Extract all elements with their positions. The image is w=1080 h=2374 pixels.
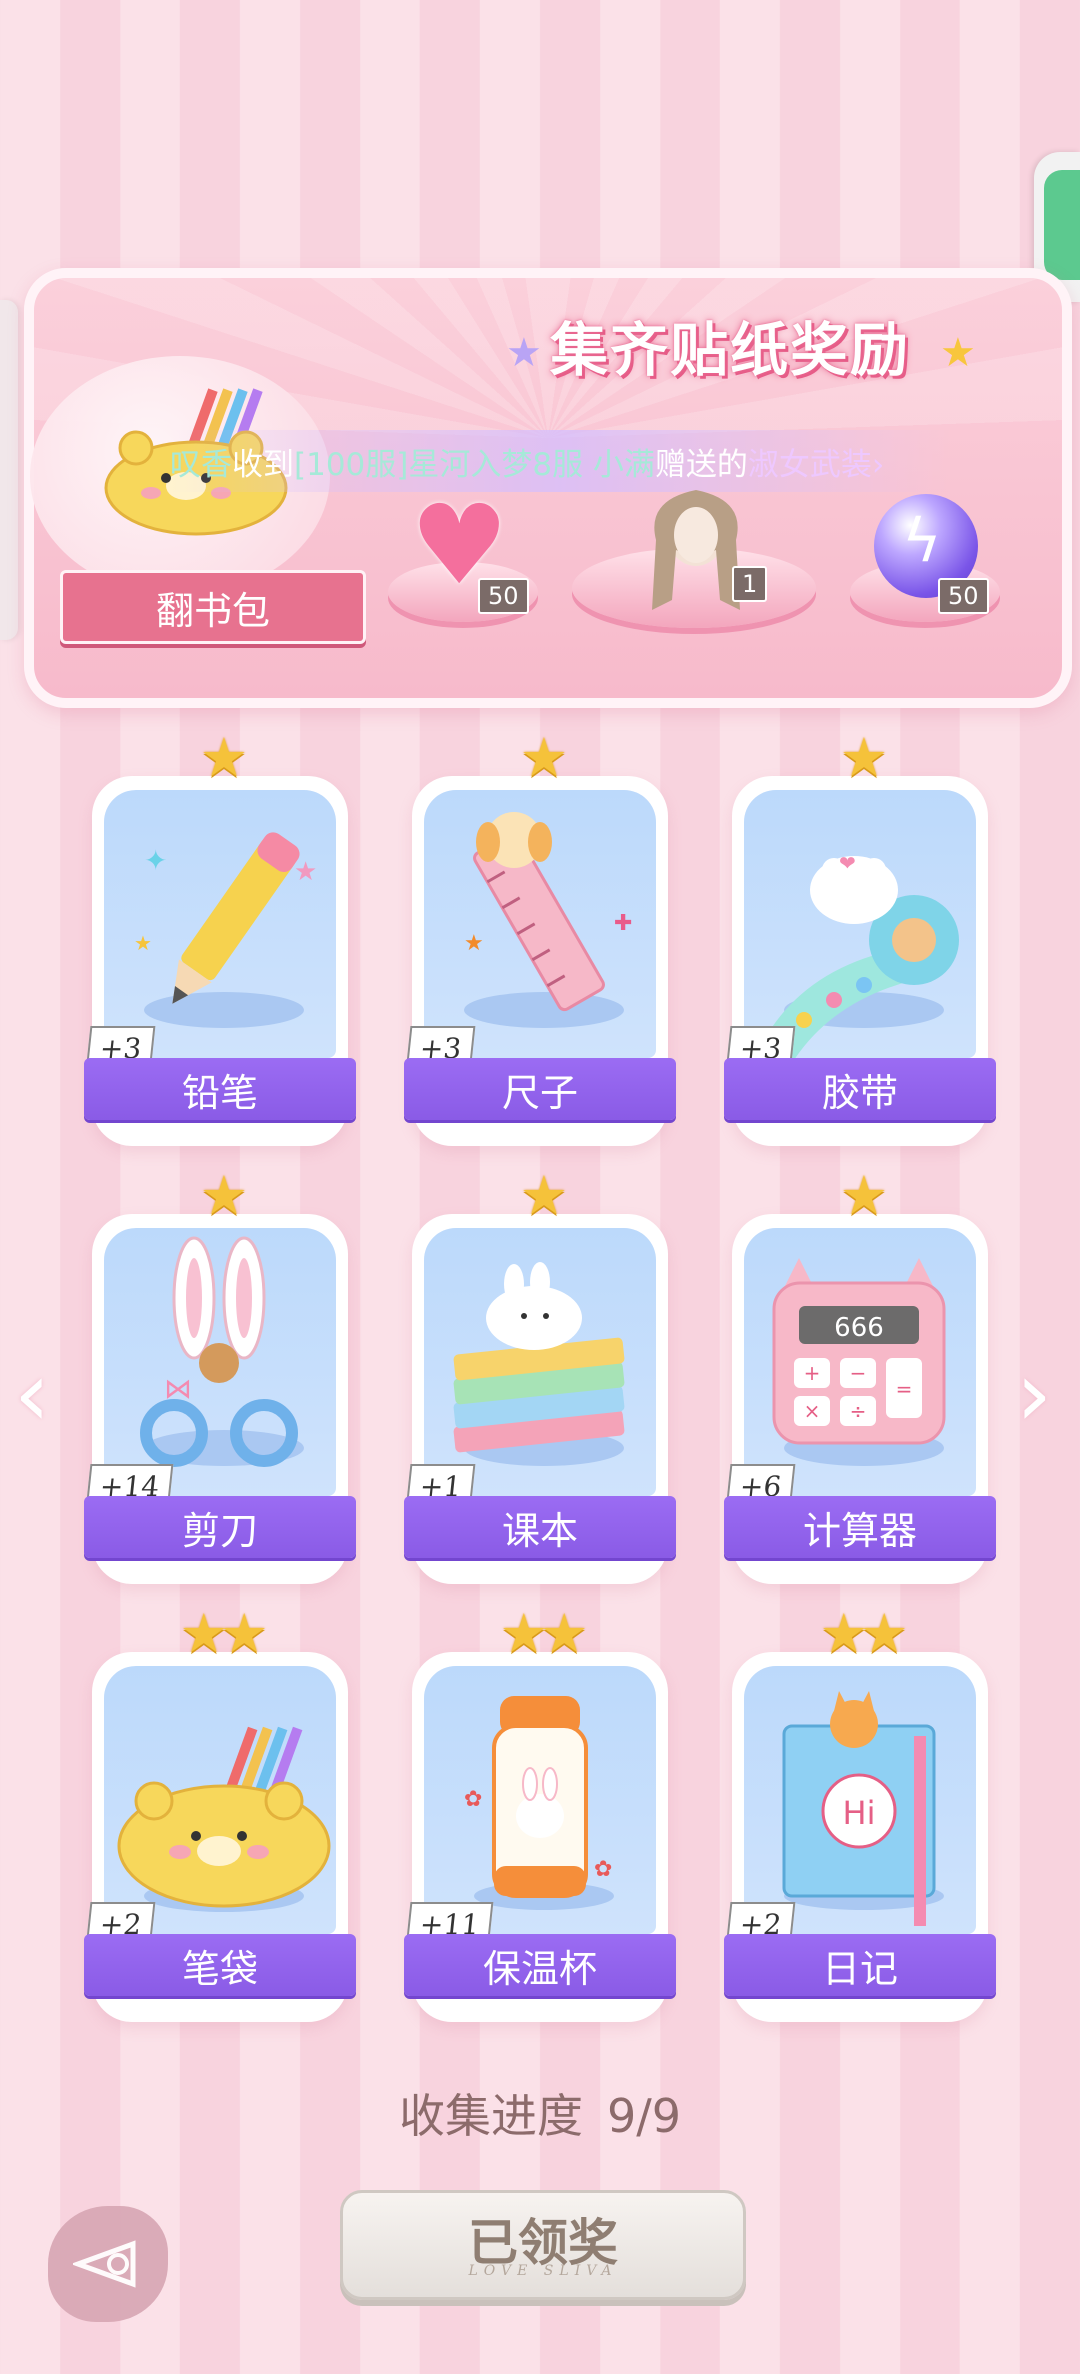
sticker-card-scissors[interactable]: ★ ⋈ +14 剪刀 [84, 1164, 356, 1584]
sticker-label: 笔袋 [84, 1934, 356, 1996]
pencil-icon: ✦ ★ ★ [134, 832, 317, 1028]
ruler-icon: ★ ✚ [464, 812, 632, 1028]
sticker-card-pencil-case[interactable]: ★★ +2 笔袋 [84, 1602, 356, 2022]
star-rating: ★ [839, 1164, 888, 1227]
pencil-art: ✦ ★ ★ [104, 790, 336, 1058]
sticker-label: 计算器 [724, 1496, 996, 1558]
calculator-display: 666 [834, 1313, 884, 1343]
diary-hi-text: Hi [843, 1794, 876, 1832]
sticker-card-textbook[interactable]: ★ +1 课本 [404, 1164, 676, 1584]
sticker-label: 课本 [404, 1496, 676, 1558]
sticker-label: 日记 [724, 1934, 996, 1996]
lightning-icon: ϟ [902, 506, 942, 576]
calculator-icon: 666 + − × ÷ = [772, 1258, 946, 1466]
thermos-art: ✿ ✿ [424, 1666, 656, 1934]
yellow-star-icon: ★ [940, 330, 976, 376]
textbook-art [424, 1228, 656, 1496]
ruler-art: ★ ✚ [424, 790, 656, 1058]
star-rating: ★ [199, 1164, 248, 1227]
reward-title: 集齐贴纸奖励 [549, 316, 910, 384]
svg-text:+: + [804, 1361, 821, 1385]
thermos-icon: ✿ ✿ [464, 1696, 614, 1910]
star-rating: ★ [839, 726, 888, 789]
tape-icon: ❤ [764, 851, 959, 1058]
svg-text:★: ★ [464, 931, 484, 956]
sticker-card-calculator[interactable]: ★ 666 + − × ÷ = +6 计算器 [724, 1164, 996, 1584]
claimed-button[interactable]: 已领奖 LOVE SLIVA [340, 2190, 746, 2300]
scissors-icon: ⋈ [140, 1236, 304, 1467]
left-side-tab[interactable] [0, 300, 18, 640]
svg-text:=: = [896, 1377, 913, 1401]
next-page-arrow-icon[interactable]: › [1016, 1342, 1052, 1447]
svg-text:❤: ❤ [839, 851, 856, 875]
sticker-label: 保温杯 [404, 1934, 676, 1996]
back-arrow-icon [73, 2240, 136, 2288]
pencil-case-icon [117, 1726, 331, 1912]
back-button[interactable] [48, 2206, 168, 2322]
svg-text:✿: ✿ [594, 1857, 612, 1882]
sticker-card-ruler[interactable]: ★ ★ ✚ +3 尺子 [404, 726, 676, 1146]
sticker-label: 铅笔 [84, 1058, 356, 1120]
reward-qty-2: 1 [732, 566, 768, 602]
purple-star-icon: ★ [506, 330, 542, 376]
chat-icon [1044, 170, 1080, 280]
svg-text:⋈: ⋈ [164, 1372, 192, 1405]
sticker-label: 胶带 [724, 1058, 996, 1120]
broadcast-marquee: 叹香 收到 [100服]星河入梦8服 小满 赠送的 淑女武装› [170, 430, 950, 492]
sticker-card-tape[interactable]: ★ ❤ +3 胶带 [724, 726, 996, 1146]
reward-qty-1: 50 [478, 578, 529, 614]
sticker-card-thermos[interactable]: ★★ ✿ ✿ +11 保温杯 [404, 1602, 676, 2022]
star-rating: ★ [519, 726, 568, 789]
flip-bag-button[interactable]: 翻书包 [60, 570, 366, 644]
diary-art: Hi [744, 1666, 976, 1934]
sticker-card-diary[interactable]: ★★ Hi +2 日记 [724, 1602, 996, 2022]
svg-text:✿: ✿ [464, 1787, 482, 1812]
prev-page-arrow-icon[interactable]: ‹ [14, 1342, 50, 1447]
collection-progress: 收集进度 9/9 [398, 2089, 682, 2143]
star-rating: ★★ [819, 1602, 909, 1665]
pencil-case-art [104, 1666, 336, 1934]
svg-text:★: ★ [134, 931, 152, 955]
sticker-label: 尺子 [404, 1058, 676, 1120]
sticker-card-pencil[interactable]: ★ ✦ ★ ★ +3 铅笔 [84, 726, 356, 1146]
svg-text:✚: ✚ [614, 911, 632, 936]
diary-icon: Hi [782, 1691, 944, 1926]
calculator-art: 666 + − × ÷ = [744, 1228, 976, 1496]
reward-qty-3: 50 [938, 578, 989, 614]
star-rating: ★ [199, 726, 248, 789]
sticker-label: 剪刀 [84, 1496, 356, 1558]
books-icon [453, 1262, 625, 1466]
scissors-art: ⋈ [104, 1228, 336, 1496]
tape-art: ❤ [744, 790, 976, 1058]
svg-text:−: − [850, 1361, 867, 1385]
star-rating: ★★ [499, 1602, 589, 1665]
svg-text:÷: ÷ [850, 1399, 867, 1423]
star-rating: ★★ [179, 1602, 269, 1665]
svg-text:×: × [804, 1399, 821, 1423]
svg-text:★: ★ [294, 857, 317, 887]
star-rating: ★ [519, 1164, 568, 1227]
svg-text:✦: ✦ [144, 844, 167, 877]
